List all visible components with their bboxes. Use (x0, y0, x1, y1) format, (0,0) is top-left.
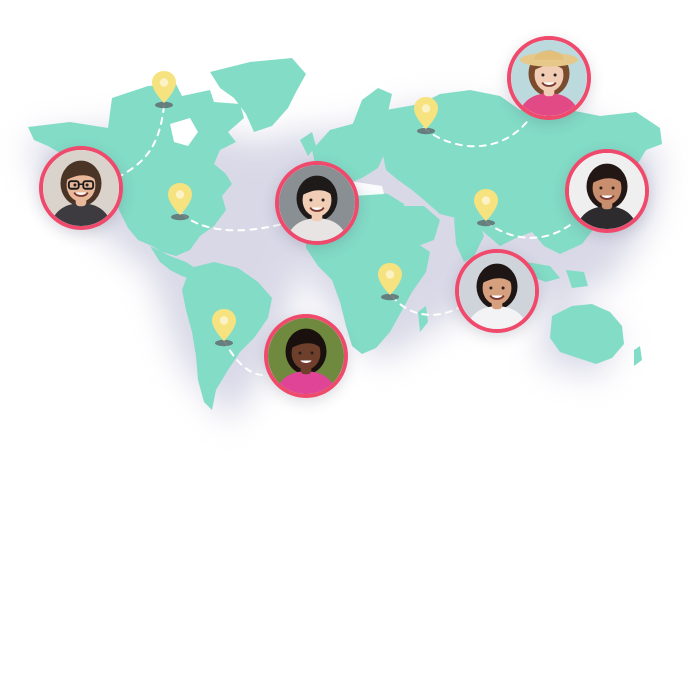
map-pin-icon (167, 182, 193, 222)
person-portrait (459, 253, 535, 329)
map-pin-icon (377, 262, 403, 302)
map-pin-icon (151, 70, 177, 110)
map-pin-icon (473, 188, 499, 228)
avatar-man-glasses[interactable] (39, 146, 123, 230)
map-pin-icon (413, 96, 439, 136)
map-pin-shape (414, 97, 438, 135)
person-portrait (511, 40, 587, 116)
map-pin-shape (474, 189, 498, 227)
person-portrait (569, 153, 645, 229)
avatar-woman-smiling-center[interactable] (275, 161, 359, 245)
map-pin-shape (212, 309, 236, 347)
avatar-woman-bottom[interactable] (264, 314, 348, 398)
avatar-man-center-right[interactable] (455, 249, 539, 333)
map-pin-icon (211, 308, 237, 348)
new-zealand (634, 346, 642, 366)
person-portrait (43, 150, 119, 226)
avatar-woman-right[interactable] (565, 149, 649, 233)
map-pin-shape (378, 263, 402, 301)
person-portrait (268, 318, 344, 394)
map-pin-shape (168, 183, 192, 221)
map-pin-shape (152, 71, 176, 109)
avatar-woman-hat[interactable] (507, 36, 591, 120)
person-portrait (279, 165, 355, 241)
world-map-stage (0, 0, 688, 690)
